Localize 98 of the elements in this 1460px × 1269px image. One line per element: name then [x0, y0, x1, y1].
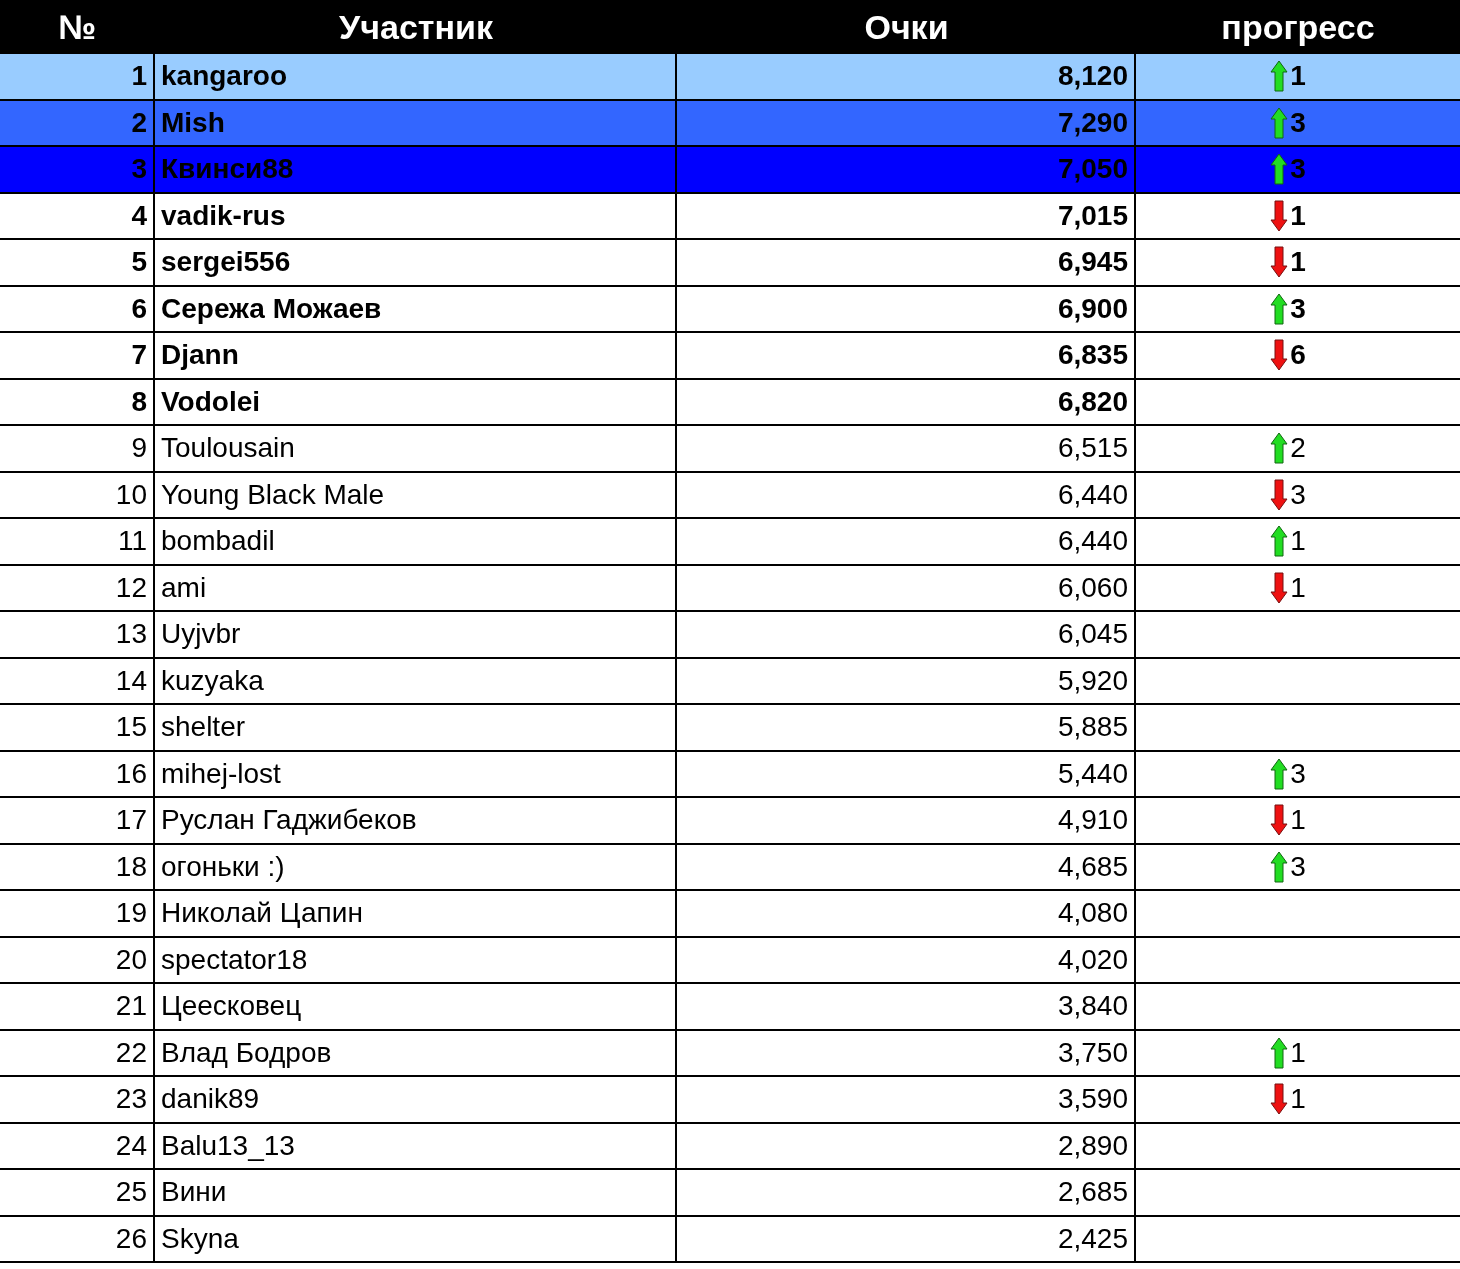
table-cell: 4,020 [677, 937, 1136, 982]
table-cell: Сережа Можаев [155, 286, 677, 331]
table-cell: 16 [0, 751, 155, 796]
rank-change: 1 [1290, 1085, 1306, 1114]
table-cell: 4,080 [677, 891, 1136, 936]
table-cell: 2,685 [677, 1170, 1136, 1215]
table-cell: 3,590 [677, 1077, 1136, 1122]
table-cell: 19 [0, 891, 155, 936]
table-cell: 25 [0, 1170, 155, 1215]
table-cell: 11 [0, 519, 155, 564]
table-cell: 6,440 [677, 472, 1136, 517]
table-cell: kuzyaka [155, 658, 677, 703]
table-cell: 23 [0, 1077, 155, 1122]
table-cell: 1 [0, 54, 155, 99]
table-cell: kangaroo [155, 54, 677, 99]
column-header: прогресс [1220, 6, 1376, 48]
rank-change: 1 [1290, 573, 1306, 602]
table-cell: 2,890 [677, 1123, 1136, 1168]
rank-change: 3 [1290, 759, 1306, 788]
table-cell: 3 [0, 147, 155, 192]
table-cell: spectator18 [155, 937, 677, 982]
table-cell: Николай Цапин [155, 891, 677, 936]
table-cell: 3,750 [677, 1030, 1136, 1075]
table-cell: 5,440 [677, 751, 1136, 796]
table-cell: 4,910 [677, 798, 1136, 843]
table-cell: 4 [0, 193, 155, 238]
rank-change: 1 [1290, 62, 1306, 91]
table-cell: 2,425 [677, 1216, 1136, 1261]
table-cell: 6,820 [677, 379, 1136, 424]
table-cell: 5,920 [677, 658, 1136, 703]
column-header: Участник [338, 6, 494, 48]
table-cell: 18 [0, 844, 155, 889]
table-cell: 7,050 [677, 147, 1136, 192]
table-cell: Skyna [155, 1216, 677, 1261]
table-cell: 15 [0, 705, 155, 750]
table-cell: Uyjvbr [155, 612, 677, 657]
table-cell: 5,885 [677, 705, 1136, 750]
column-header: № [57, 6, 98, 48]
table-cell: 3,840 [677, 984, 1136, 1029]
table-cell: ami [155, 565, 677, 610]
rank-change: 2 [1290, 434, 1306, 463]
rank-change: 1 [1290, 248, 1306, 277]
table-cell: Toulousain [155, 426, 677, 471]
table-cell: Цеесковец [155, 984, 677, 1029]
table-cell: danik89 [155, 1077, 677, 1122]
table-cell: огоньки :) [155, 844, 677, 889]
table-cell: 2 [0, 100, 155, 145]
table-cell: Young Black Male [155, 472, 677, 517]
table-cell: 12 [0, 565, 155, 610]
table-cell: 6 [0, 286, 155, 331]
column-header: Очки [863, 6, 950, 48]
table-cell: 21 [0, 984, 155, 1029]
table-cell: 13 [0, 612, 155, 657]
table-cell: mihej-lost [155, 751, 677, 796]
rank-change: 1 [1290, 1038, 1306, 1067]
table-cell: 14 [0, 658, 155, 703]
table-cell: Vodolei [155, 379, 677, 424]
table-cell: Руслан Гаджибеков [155, 798, 677, 843]
table-cell: Квинси88 [155, 147, 677, 192]
table-cell: 6,515 [677, 426, 1136, 471]
table-cell: 5 [0, 240, 155, 285]
table-cell: 8 [0, 379, 155, 424]
rank-change: 6 [1290, 341, 1306, 370]
table-cell: 9 [0, 426, 155, 471]
table-cell: 6,045 [677, 612, 1136, 657]
table-cell: 6,900 [677, 286, 1136, 331]
rank-change: 1 [1290, 201, 1306, 230]
table-cell: 6,440 [677, 519, 1136, 564]
rank-change: 3 [1290, 155, 1306, 184]
table-cell: 20 [0, 937, 155, 982]
table-cell: bombadil [155, 519, 677, 564]
table-cell: sergei556 [155, 240, 677, 285]
table-cell: 6,060 [677, 565, 1136, 610]
table-cell: 22 [0, 1030, 155, 1075]
table-cell: 17 [0, 798, 155, 843]
rank-change: 3 [1290, 852, 1306, 881]
table-cell: Mish [155, 100, 677, 145]
table-cell: 7,290 [677, 100, 1136, 145]
table-cell: 7 [0, 333, 155, 378]
table-cell: 6,835 [677, 333, 1136, 378]
table-cell: Djann [155, 333, 677, 378]
table-cell: 7,015 [677, 193, 1136, 238]
table-cell: 6,945 [677, 240, 1136, 285]
table-cell: 10 [0, 472, 155, 517]
table-cell: Balu13_13 [155, 1123, 677, 1168]
rank-change: 3 [1290, 108, 1306, 137]
table-cell: vadik-rus [155, 193, 677, 238]
table-cell: Вини [155, 1170, 677, 1215]
table-cell: 8,120 [677, 54, 1136, 99]
rank-change: 3 [1290, 294, 1306, 323]
table-cell: 4,685 [677, 844, 1136, 889]
rank-change: 1 [1290, 806, 1306, 835]
table-cell: 26 [0, 1216, 155, 1261]
table-cell: Влад Бодров [155, 1030, 677, 1075]
rank-change: 1 [1290, 527, 1306, 556]
table-cell: shelter [155, 705, 677, 750]
rank-change: 3 [1290, 480, 1306, 509]
table-cell: 24 [0, 1123, 155, 1168]
